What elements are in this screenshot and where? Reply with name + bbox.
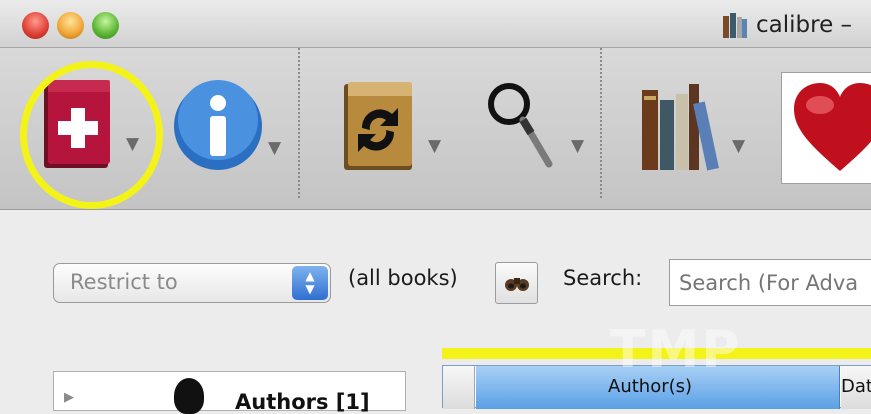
convert-books-menu-caret[interactable]: ▼ [428, 136, 441, 156]
view-menu-caret[interactable]: ▼ [571, 136, 584, 156]
search-input[interactable] [669, 259, 871, 306]
magnifier-icon [488, 83, 553, 168]
restrict-to-label: Restrict to [70, 270, 178, 294]
library-books-icon [642, 84, 719, 171]
title-bar: calibre – [0, 0, 871, 48]
binoculars-button[interactable] [495, 262, 538, 304]
window-title-text: calibre – [756, 12, 853, 38]
highlight-circle-annotation [20, 61, 163, 209]
donate-button[interactable] [781, 72, 871, 184]
view-button[interactable]: ▼ [485, 78, 590, 178]
select-stepper-icon[interactable]: ▲ ▼ [292, 266, 328, 300]
heart-icon [794, 83, 871, 171]
search-label: Search: [563, 266, 643, 290]
binoculars-icon [504, 278, 529, 291]
column-header-row-number[interactable] [443, 366, 475, 409]
calibre-app-icon [723, 13, 747, 38]
info-icon [174, 80, 262, 170]
convert-books-button[interactable]: ▼ [342, 80, 454, 180]
author-icon [174, 378, 204, 414]
convert-book-icon [344, 82, 412, 170]
edit-metadata-button[interactable]: ▼ [172, 80, 287, 180]
tag-browser-item[interactable]: ▶ Authors [1] [53, 371, 406, 414]
library-menu-caret[interactable]: ▼ [732, 136, 745, 156]
all-books-label: (all books) [348, 266, 458, 290]
restrict-to-select[interactable]: Restrict to ▲ ▼ [53, 263, 331, 303]
window-title: calibre – [722, 10, 852, 40]
zoom-window-button[interactable] [92, 12, 119, 39]
library-button[interactable]: ▼ [640, 80, 755, 180]
close-window-button[interactable] [22, 12, 49, 39]
expand-triangle-icon[interactable]: ▶ [64, 390, 74, 405]
authors-category-label: Authors [1] [235, 390, 370, 414]
toolbar-separator [600, 48, 602, 198]
edit-metadata-menu-caret[interactable]: ▼ [268, 138, 281, 158]
watermark-logo: TMP [610, 320, 742, 380]
minimize-window-button[interactable] [57, 12, 84, 39]
toolbar-separator [298, 48, 300, 198]
